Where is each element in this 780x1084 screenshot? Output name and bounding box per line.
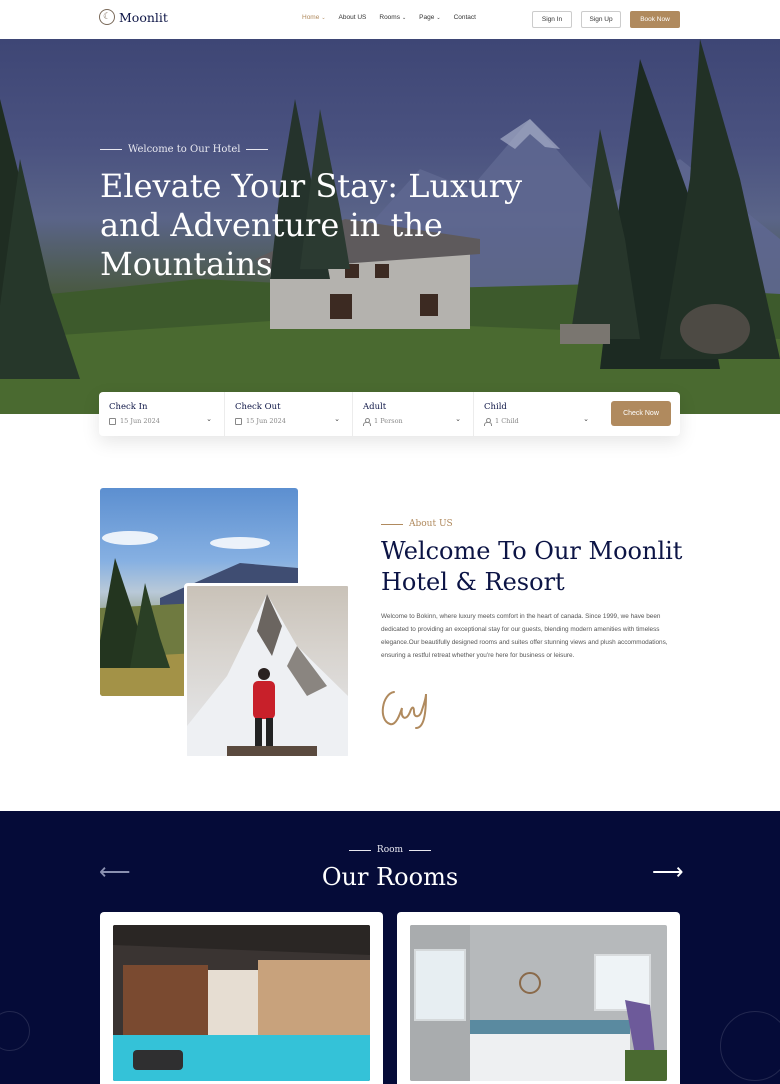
adult-count: 1 Person	[374, 417, 403, 425]
arrow-left-icon[interactable]: ⟵	[99, 861, 131, 883]
hiker-photo	[187, 594, 348, 756]
chevron-down-icon[interactable]: ⌄	[206, 415, 212, 423]
bedroom-image	[410, 925, 667, 1081]
chevron-down-icon[interactable]: ⌄	[455, 415, 461, 423]
decorative-line	[348, 849, 371, 851]
nav-item-about[interactable]: About US	[339, 14, 367, 21]
check-in-label: Check In	[109, 402, 148, 412]
chevron-down-icon: ⌄	[321, 14, 326, 21]
nav-item-label: Page	[419, 14, 435, 21]
room-card[interactable]	[100, 912, 383, 1084]
decorative-line	[381, 523, 403, 525]
calendar-icon	[109, 417, 116, 425]
calendar-icon	[235, 417, 242, 425]
user-icon	[363, 417, 371, 426]
hero-tagline-text: Welcome to Our Hotel	[128, 144, 241, 155]
main-menu: Home ⌄ About US Rooms ⌄ Page ⌄ Contact	[302, 14, 476, 21]
check-out-value: 15 Jun 2024	[235, 417, 286, 425]
about-image-hiker	[184, 583, 351, 759]
nav-item-page[interactable]: Page ⌄	[419, 14, 440, 21]
child-label: Child	[484, 402, 507, 412]
hero-section: Welcome to Our Hotel Elevate Your Stay: …	[0, 39, 780, 414]
booking-form: Check In 15 Jun 2024 ⌄ Check Out 15 Jun …	[99, 392, 680, 436]
check-in-date: 15 Jun 2024	[120, 417, 160, 425]
room-card[interactable]	[397, 912, 680, 1084]
logo[interactable]: ☾ Moonlit	[99, 9, 168, 25]
child-value: 1 Child	[484, 417, 519, 426]
sign-in-button[interactable]: Sign In	[532, 11, 572, 28]
chevron-down-icon[interactable]: ⌄	[334, 415, 340, 423]
decorative-line	[409, 849, 432, 851]
decorative-swirl	[0, 1011, 30, 1051]
nav-item-label: Contact	[453, 14, 476, 21]
moon-logo-icon: ☾	[99, 9, 115, 25]
chevron-down-icon[interactable]: ⌄	[583, 415, 589, 423]
top-navbar: ☾ Moonlit Home ⌄ About US Rooms ⌄ Page ⌄…	[0, 0, 780, 39]
child-count: 1 Child	[495, 417, 519, 425]
chevron-down-icon: ⌄	[401, 14, 407, 21]
adult-field[interactable]: Adult 1 Person ⌄	[353, 392, 474, 436]
book-now-button[interactable]: Book Now	[630, 11, 680, 28]
nav-item-label: Rooms	[379, 14, 400, 21]
nav-item-label: Home	[302, 14, 320, 21]
logo-text: Moonlit	[119, 9, 168, 25]
about-title: Welcome To Our Moonlit Hotel & Resort	[381, 537, 683, 596]
adult-label: Adult	[363, 402, 387, 412]
decorative-line	[100, 149, 122, 150]
room-photo-bedroom	[410, 925, 667, 1081]
arrow-right-icon[interactable]: ⟶	[652, 861, 684, 883]
rooms-tag: Room	[0, 845, 780, 855]
check-out-label: Check Out	[235, 402, 281, 412]
check-out-date: 15 Jun 2024	[246, 417, 286, 425]
about-description: Welcome to Bokinn, where luxury meets co…	[381, 613, 668, 659]
check-out-field[interactable]: Check Out 15 Jun 2024 ⌄	[225, 392, 353, 436]
check-now-button[interactable]: Check Now	[611, 401, 671, 426]
rooms-tag-text: Room	[376, 845, 404, 855]
hero-tagline: Welcome to Our Hotel	[100, 144, 269, 155]
adult-value: 1 Person	[363, 417, 403, 426]
child-field[interactable]: Child 1 Child ⌄	[474, 392, 601, 436]
check-in-field[interactable]: Check In 15 Jun 2024 ⌄	[99, 392, 225, 436]
nav-item-home[interactable]: Home ⌄	[302, 14, 326, 21]
nav-item-contact[interactable]: Contact	[454, 14, 476, 21]
signature-image	[381, 691, 427, 729]
hero-title: Elevate Your Stay: Luxury and Adventure …	[100, 167, 523, 283]
about-tag: About US	[381, 519, 453, 529]
rooms-section: Room Our Rooms ⟵ ⟶	[0, 811, 780, 1084]
sign-up-button[interactable]: Sign Up	[581, 11, 621, 28]
about-tag-text: About US	[409, 519, 453, 529]
check-in-value: 15 Jun 2024	[109, 417, 160, 425]
decorative-line	[246, 149, 269, 150]
nav-item-label: About US	[338, 14, 367, 21]
pool-room-image	[113, 925, 370, 1081]
room-photo-pool	[113, 925, 370, 1081]
user-icon	[484, 417, 492, 426]
decorative-swirl	[720, 1011, 780, 1081]
chevron-down-icon: ⌄	[436, 14, 441, 21]
nav-item-rooms[interactable]: Rooms ⌄	[379, 14, 406, 21]
